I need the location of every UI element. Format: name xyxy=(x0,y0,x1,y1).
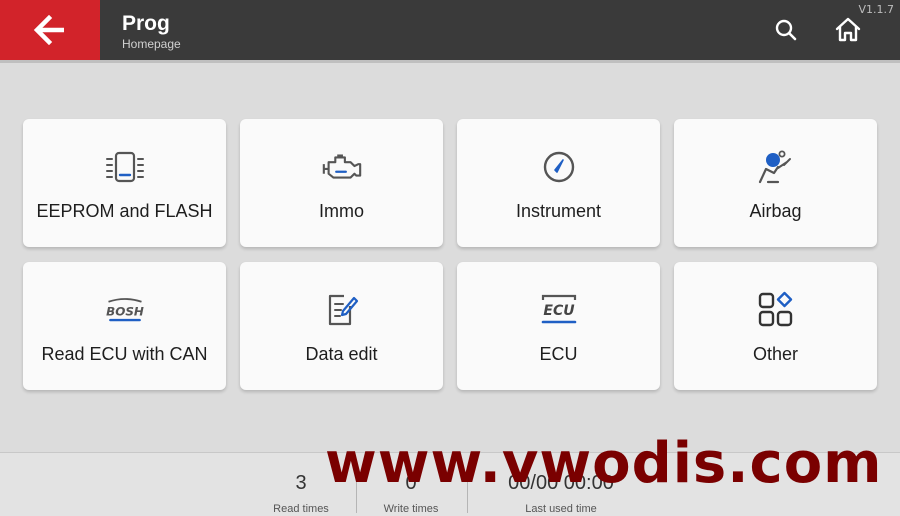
module-read-ecu-can[interactable]: BOSH Read ECU with CAN xyxy=(23,262,226,390)
last-used-label: Last used time xyxy=(525,503,597,515)
module-label: Read ECU with CAN xyxy=(41,344,208,364)
search-button[interactable] xyxy=(770,14,802,46)
arrow-left-icon xyxy=(33,15,64,45)
module-label: Data edit xyxy=(305,344,378,364)
gauge-icon xyxy=(543,151,574,183)
module-airbag[interactable]: Airbag xyxy=(674,119,877,247)
module-label: Other xyxy=(752,344,799,364)
module-data-edit[interactable]: Data edit xyxy=(240,262,443,390)
module-eeprom-flash[interactable]: EEPROM and FLASH xyxy=(23,119,226,247)
page-subtitle: Homepage xyxy=(122,37,181,51)
module-immo[interactable]: Immo xyxy=(240,119,443,247)
home-icon xyxy=(835,17,861,42)
watermark-text: www.vwodis.com xyxy=(325,431,883,496)
engine-icon xyxy=(322,154,361,179)
module-label: Airbag xyxy=(749,201,802,221)
write-times-label: Write times xyxy=(383,503,439,515)
module-label: ECU xyxy=(539,344,578,364)
module-label: Instrument xyxy=(515,201,602,221)
read-times-label: Read times xyxy=(273,503,329,515)
home-button[interactable] xyxy=(832,14,864,46)
module-other[interactable]: Other xyxy=(674,262,877,390)
module-label: EEPROM and FLASH xyxy=(36,201,213,221)
title-block: Prog Homepage xyxy=(122,12,181,51)
edit-document-icon xyxy=(328,294,358,326)
apps-grid-icon xyxy=(758,291,792,327)
airbag-icon xyxy=(758,150,791,184)
ecu-icon-text: ECU xyxy=(543,303,575,319)
back-button[interactable] xyxy=(0,0,100,60)
search-icon xyxy=(775,19,797,41)
module-label: Immo xyxy=(319,201,364,221)
page-title: Prog xyxy=(122,12,170,35)
top-bar: Prog Homepage V1.1.7 xyxy=(0,0,900,60)
bosh-logo-icon: BOSH xyxy=(106,298,144,322)
module-instrument[interactable]: Instrument xyxy=(457,119,660,247)
bosh-logo-text: BOSH xyxy=(106,305,144,319)
header-divider xyxy=(0,60,900,63)
chip-memory-icon xyxy=(105,151,144,183)
ecu-icon: ECU xyxy=(541,294,576,324)
module-ecu[interactable]: ECU ECU xyxy=(457,262,660,390)
